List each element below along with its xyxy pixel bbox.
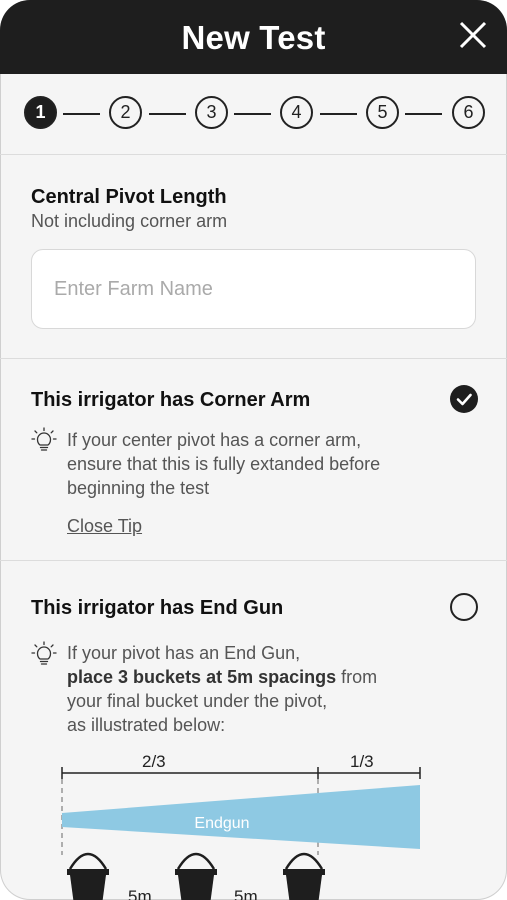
close-icon[interactable] (457, 19, 489, 51)
step-1[interactable]: 1 (24, 96, 57, 129)
tip-line: your final bucket under the pivot, (67, 691, 328, 711)
step-4[interactable]: 4 (280, 96, 313, 129)
pivot-length-title: Central Pivot Length (31, 186, 227, 208)
tip-line: If your center pivot has a corner arm, (67, 430, 362, 450)
tip-text: from (336, 667, 378, 687)
step-connector (63, 113, 100, 115)
endgun-label: Endgun (194, 815, 249, 832)
tip-line-2: place 3 buckets at 5m spacings from (67, 665, 467, 689)
corner-arm-section: This irrigator has Corner Arm If your ce… (0, 359, 507, 561)
spacing-label: 5m (128, 887, 152, 900)
pivot-length-section: Central Pivot Length Not including corne… (0, 155, 507, 359)
farm-name-input[interactable] (31, 249, 476, 329)
corner-arm-checkbox[interactable] (450, 385, 478, 413)
tip-bold-text: place 3 buckets at 5m spacings (67, 667, 337, 687)
end-gun-illustration: 2/3 1/3 Endgun 5m 5m (61, 752, 421, 900)
fraction-right-label: 1/3 (350, 752, 374, 771)
step-2[interactable]: 2 (109, 96, 142, 129)
page-title: New Test (181, 19, 326, 56)
tip-line: as illustrated below: (67, 715, 226, 735)
corner-arm-tip: If your center pivot has a corner arm, e… (67, 428, 467, 500)
corner-arm-title: This irrigator has Corner Arm (31, 389, 311, 411)
lightbulb-icon (31, 641, 57, 665)
end-gun-tip: If your pivot has an End Gun, place 3 bu… (67, 641, 467, 737)
step-5[interactable]: 5 (366, 96, 399, 129)
close-tip-link[interactable]: Close Tip (67, 516, 142, 537)
bucket-icon (67, 852, 109, 900)
step-connector (234, 113, 271, 115)
tip-line: beginning the test (67, 478, 210, 498)
bucket-icon (283, 852, 325, 900)
fraction-left-label: 2/3 (142, 752, 166, 771)
lightbulb-icon (31, 427, 57, 451)
step-connector (320, 113, 357, 115)
pivot-length-subtitle: Not including corner arm (31, 211, 228, 231)
header-bar: New Test (0, 0, 507, 74)
step-3[interactable]: 3 (195, 96, 228, 129)
tip-line: If your pivot has an End Gun, (67, 643, 301, 663)
step-connector (405, 113, 442, 115)
spacing-label: 5m (234, 887, 258, 900)
checkmark-icon (456, 393, 472, 406)
tip-line: ensure that this is fully extanded befor… (67, 454, 381, 474)
end-gun-checkbox[interactable] (450, 593, 478, 621)
step-6[interactable]: 6 (452, 96, 485, 129)
stepper: 1 2 3 4 5 6 (0, 74, 507, 155)
end-gun-title: This irrigator has End Gun (31, 597, 284, 619)
phone-frame: New Test 1 2 3 4 5 6 Central Pivot Lengt… (0, 0, 507, 900)
bucket-icon (175, 852, 217, 900)
step-connector (149, 113, 186, 115)
